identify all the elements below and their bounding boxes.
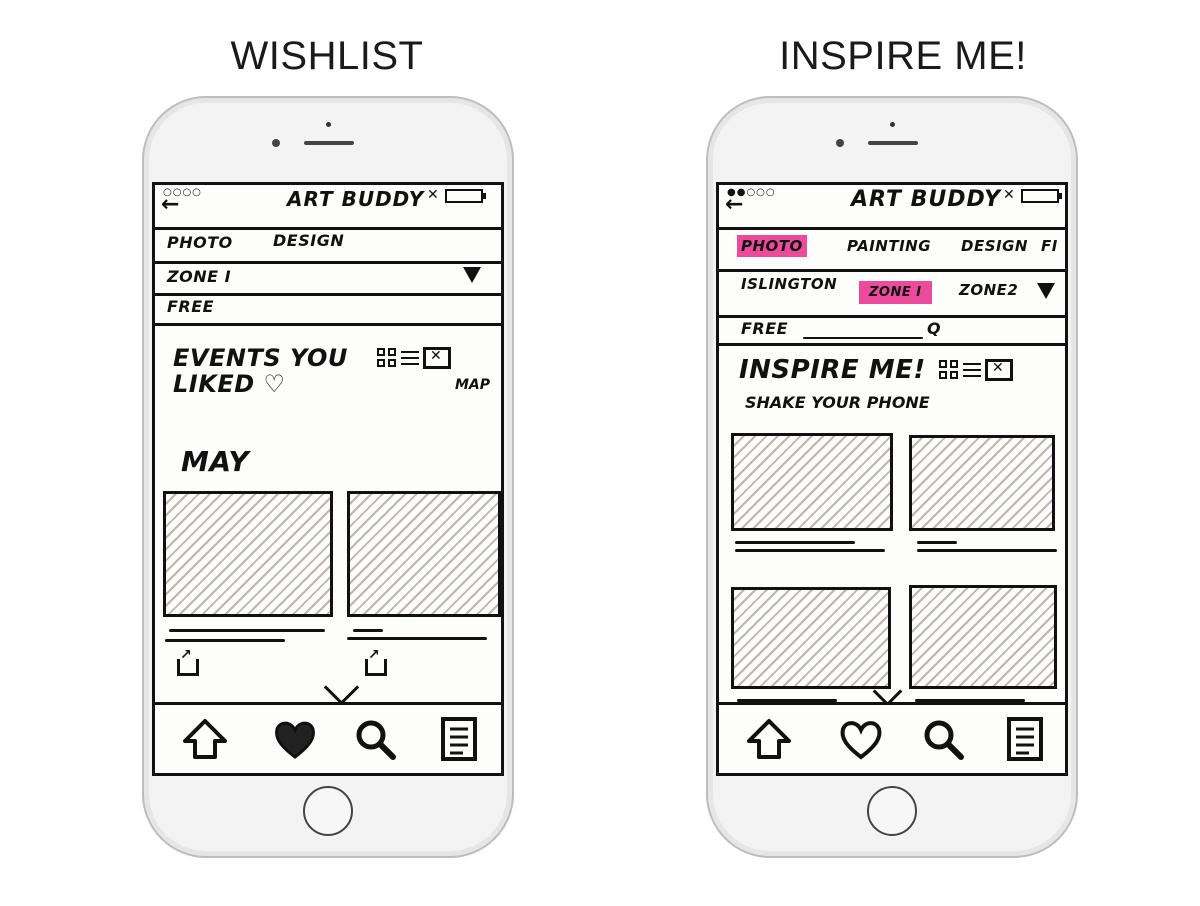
category-filter-row: PHOTO DESIGN <box>155 227 501 264</box>
event-card-image[interactable] <box>163 491 333 617</box>
bottom-tab-bar <box>155 702 501 773</box>
location-islington[interactable]: ISLINGTON <box>741 275 837 293</box>
category-design[interactable]: DESIGN <box>273 231 344 250</box>
category-filter-row: PHOTO PAINTING DESIGN FI <box>719 227 1065 272</box>
section-title: INSPIRE ME! <box>739 355 926 385</box>
card-text-line <box>735 541 855 544</box>
grid-view-icon[interactable] <box>377 348 397 368</box>
view-toggle <box>377 345 451 370</box>
list-icon[interactable] <box>1001 715 1049 763</box>
earpiece-speaker <box>304 141 354 145</box>
status-bar: ●●○○○ ← ART BUDDY ✕ <box>719 185 1065 230</box>
sensor-dot <box>890 122 895 127</box>
wishlist-caption: WISHLIST <box>230 34 424 78</box>
category-fi[interactable]: FI <box>1041 237 1058 255</box>
home-button[interactable] <box>867 786 917 836</box>
card-text-line <box>353 629 383 632</box>
card-text-line <box>917 541 957 544</box>
status-bar: ○○○○ ← ART BUDDY ✕ <box>155 185 501 230</box>
search-icon[interactable] <box>351 715 399 763</box>
list-view-icon[interactable] <box>963 361 981 379</box>
section-subtitle: SHAKE YOUR PHONE <box>745 393 930 412</box>
view-toggle <box>939 357 1013 382</box>
wishlist-screen: ○○○○ ← ART BUDDY ✕ PHOTO DESIGN ZONE I F… <box>152 182 504 776</box>
battery-icon <box>445 189 486 203</box>
inspire-screen: ●●○○○ ← ART BUDDY ✕ PHOTO PAINTING DESIG… <box>716 182 1068 776</box>
map-label: MAP <box>455 377 491 393</box>
bottom-tab-bar <box>719 702 1065 773</box>
sensor-dot <box>326 122 331 127</box>
battery-x: ✕ <box>427 187 439 203</box>
inspiration-card-image[interactable] <box>909 585 1057 689</box>
inspire-caption: INSPIRE ME! <box>779 34 1027 78</box>
category-photo[interactable]: PHOTO <box>167 233 233 252</box>
heart-icon[interactable] <box>837 715 885 763</box>
card-text-line <box>165 639 285 642</box>
month-heading: MAY <box>181 445 250 478</box>
location-zone1[interactable]: ZONE I <box>859 281 932 304</box>
back-button[interactable]: ← <box>161 194 179 216</box>
card-text-line <box>347 637 487 640</box>
card-text-line <box>735 549 885 552</box>
price-filter-value: FREE <box>167 297 215 316</box>
section-title-line1: EVENTS YOU <box>173 344 348 372</box>
front-camera <box>272 139 280 147</box>
map-view-icon[interactable] <box>985 359 1013 381</box>
search-icon[interactable]: Q <box>927 319 941 338</box>
chevron-down-icon[interactable] <box>323 669 360 706</box>
app-title: ART BUDDY <box>851 187 1002 212</box>
category-design[interactable]: DESIGN <box>961 237 1028 255</box>
inspiration-card-image[interactable] <box>731 587 891 689</box>
inspiration-card-image[interactable] <box>909 435 1055 531</box>
heart-icon[interactable] <box>271 715 319 763</box>
section-title: EVENTS YOU LIKED ♡ <box>173 345 348 397</box>
price-filter-value: FREE <box>741 319 789 338</box>
home-button[interactable] <box>303 786 353 836</box>
section-title-line2: LIKED ♡ <box>173 370 286 398</box>
grid-view-icon[interactable] <box>939 360 959 380</box>
dropdown-triangle-icon[interactable] <box>1037 283 1055 299</box>
card-text-line <box>169 629 325 632</box>
category-photo[interactable]: PHOTO <box>737 235 807 257</box>
phone-inspire: ●●○○○ ← ART BUDDY ✕ PHOTO PAINTING DESIG… <box>706 96 1078 858</box>
category-painting[interactable]: PAINTING <box>847 237 931 255</box>
price-filter-row[interactable]: FREE <box>155 293 501 326</box>
home-icon[interactable] <box>181 715 229 763</box>
inspiration-card-image[interactable] <box>731 433 893 531</box>
event-card-image[interactable] <box>347 491 501 617</box>
price-search-row[interactable]: FREE Q <box>719 315 1065 346</box>
app-title: ART BUDDY <box>287 187 425 211</box>
list-view-icon[interactable] <box>401 349 419 367</box>
zone-select-value: ZONE I <box>167 267 232 286</box>
front-camera <box>836 139 844 147</box>
back-button[interactable]: ← <box>725 194 743 216</box>
dropdown-triangle-icon[interactable] <box>463 267 481 283</box>
battery-icon <box>1021 189 1062 203</box>
card-text-line <box>917 549 1057 552</box>
location-zone2[interactable]: ZONE2 <box>959 281 1018 299</box>
location-filter-row: ISLINGTON ZONE I ZONE2 <box>719 269 1065 318</box>
map-view-icon[interactable] <box>423 347 451 369</box>
search-underline <box>803 337 923 339</box>
list-icon[interactable] <box>435 715 483 763</box>
earpiece-speaker <box>868 141 918 145</box>
search-icon[interactable] <box>919 715 967 763</box>
share-icon[interactable] <box>177 647 199 676</box>
share-icon[interactable] <box>365 647 387 676</box>
home-icon[interactable] <box>745 715 793 763</box>
zone-filter-row[interactable]: ZONE I <box>155 261 501 296</box>
battery-x: ✕ <box>1003 187 1015 203</box>
phone-wishlist: ○○○○ ← ART BUDDY ✕ PHOTO DESIGN ZONE I F… <box>142 96 514 858</box>
